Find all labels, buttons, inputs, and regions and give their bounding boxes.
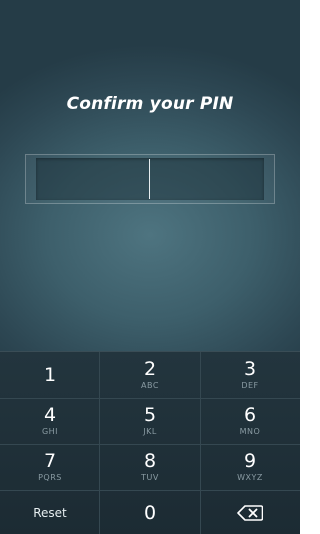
pin-input-field: [36, 158, 264, 200]
key-digit: 6: [243, 404, 257, 426]
key-digit: 1: [43, 364, 57, 386]
key-digit: 4: [43, 404, 57, 426]
key-letters: MNO: [239, 427, 261, 436]
key-digit: 2: [143, 358, 157, 380]
key-3[interactable]: 3 DEF: [200, 352, 300, 398]
key-letters: DEF: [241, 381, 259, 390]
reset-label: Reset: [33, 506, 67, 520]
pin-confirm-screen: Confirm your PIN 1 2 ABC 3 DEF 4 GHI 5 J: [0, 0, 300, 534]
key-8[interactable]: 8 TUV: [100, 444, 200, 490]
page-title: Confirm your PIN: [66, 94, 234, 114]
key-digit: 8: [143, 450, 157, 472]
key-letters: PQRS: [38, 473, 62, 482]
key-2[interactable]: 2 ABC: [100, 352, 200, 398]
key-digit: 9: [243, 450, 257, 472]
key-6[interactable]: 6 MNO: [200, 398, 300, 444]
key-letters: GHI: [41, 427, 59, 436]
backspace-icon: [237, 505, 263, 521]
key-1[interactable]: 1: [0, 352, 100, 398]
key-letters: WXYZ: [237, 473, 263, 482]
key-digit: 7: [43, 450, 57, 472]
reset-button[interactable]: Reset: [0, 490, 100, 534]
key-digit: 5: [143, 404, 157, 426]
key-letters: TUV: [141, 473, 159, 482]
key-5[interactable]: 5 JKL: [100, 398, 200, 444]
key-digit: 0: [143, 502, 157, 524]
key-digit: 3: [243, 358, 257, 380]
key-7[interactable]: 7 PQRS: [0, 444, 100, 490]
pin-input[interactable]: [25, 154, 275, 204]
key-4[interactable]: 4 GHI: [0, 398, 100, 444]
key-letters: ABC: [141, 381, 159, 390]
text-cursor: [149, 159, 150, 199]
key-letters: JKL: [143, 427, 157, 436]
backspace-button[interactable]: [200, 490, 300, 534]
key-0[interactable]: 0: [100, 490, 200, 534]
key-9[interactable]: 9 WXYZ: [200, 444, 300, 490]
numeric-keypad: 1 2 ABC 3 DEF 4 GHI 5 JKL 6 MNO 7 PQRS 8: [0, 351, 300, 534]
